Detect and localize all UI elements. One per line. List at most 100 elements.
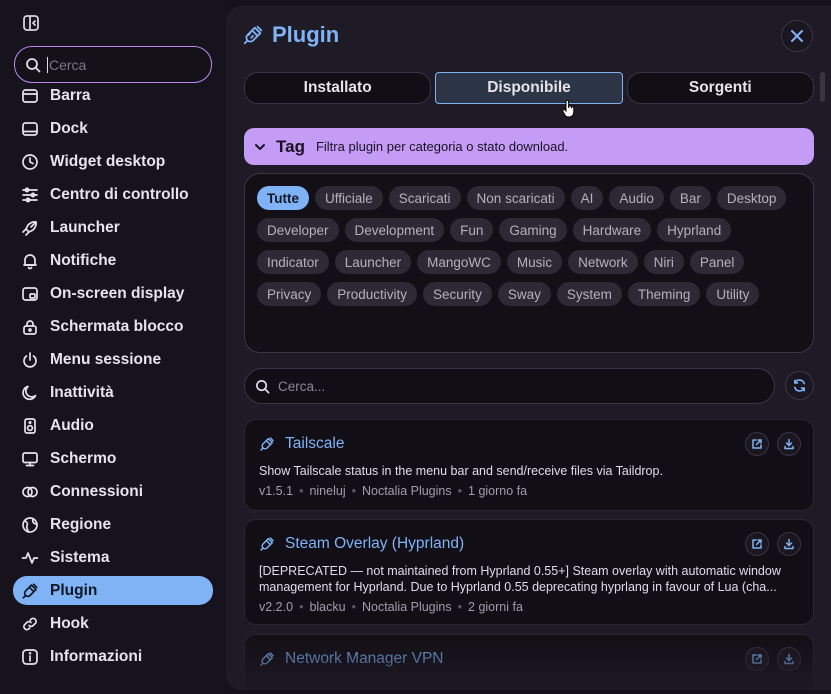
- tag-chip[interactable]: Music: [506, 250, 563, 274]
- tag-chip[interactable]: Security: [423, 282, 492, 306]
- sidebar-item-label: Dock: [50, 119, 88, 137]
- tag-chip[interactable]: Scaricati: [388, 186, 461, 210]
- pulse-icon: [21, 549, 39, 567]
- refresh-button[interactable]: [785, 371, 814, 400]
- sidebar-item-notifiche[interactable]: Notifiche: [13, 246, 213, 275]
- close-icon: [791, 30, 803, 42]
- tag-chip[interactable]: Sway: [497, 282, 551, 306]
- sidebar-item-label: Plugin: [50, 581, 98, 599]
- plugin-card[interactable]: Network Manager VPN: [244, 634, 814, 690]
- tag-chip[interactable]: Tutte: [257, 186, 309, 210]
- tag-chip[interactable]: Hyprland: [657, 218, 732, 242]
- bell-icon: [21, 252, 39, 270]
- tag-chip[interactable]: Productivity: [327, 282, 418, 306]
- tab-sorgenti[interactable]: Sorgenti: [626, 72, 814, 104]
- tag-chip[interactable]: Development: [344, 218, 445, 242]
- sidebar-item-schermata-blocco[interactable]: Schermata blocco: [13, 312, 213, 341]
- speaker-icon: [21, 417, 39, 435]
- plugin-name[interactable]: Tailscale: [285, 435, 344, 453]
- sidebar-item-label: Schermo: [50, 449, 117, 467]
- sidebar-item-inattività[interactable]: Inattività: [13, 378, 213, 407]
- sidebar-search-input[interactable]: [49, 56, 199, 73]
- tab-bar: Installato Disponibile Sorgenti: [244, 72, 814, 105]
- tag-chip[interactable]: Hardware: [572, 218, 652, 242]
- sidebar-search[interactable]: [14, 46, 212, 83]
- plugin-card[interactable]: Tailscale Show Tailscale status in the m…: [244, 419, 814, 511]
- tag-chip[interactable]: Niri: [643, 250, 684, 274]
- sidebar-item-on-screen-display[interactable]: On-screen display: [13, 279, 213, 308]
- tag-chip[interactable]: Gaming: [499, 218, 567, 242]
- sidebar-item-centro-di-controllo[interactable]: Centro di controllo: [13, 180, 213, 209]
- sidebar-nav: Barra Dock Widget desktop Centro di control…: [13, 81, 213, 675]
- plugin-description: [DEPRECATED — not maintained from Hyprla…: [259, 564, 781, 594]
- plug-icon: [242, 24, 264, 46]
- sidebar-item-hook[interactable]: Hook: [13, 609, 213, 638]
- plugin-meta: v1.5.1 • nineluj • Noctalia Plugins • 1 gio…: [259, 484, 528, 498]
- plugin-version: v2.2.0: [259, 600, 294, 614]
- sidebar-item-schermo[interactable]: Schermo: [13, 444, 213, 473]
- sidebar-item-regione[interactable]: Regione: [13, 510, 213, 539]
- sidebar-item-label: Launcher: [50, 218, 120, 236]
- tag-chip[interactable]: Theming: [627, 282, 701, 306]
- tag-chip[interactable]: Non scaricati: [466, 186, 565, 210]
- close-button[interactable]: [781, 20, 813, 52]
- sidebar-item-label: Barra: [50, 86, 91, 104]
- tag-chip[interactable]: Indicator: [257, 250, 329, 274]
- plugin-name[interactable]: Network Manager VPN: [285, 650, 444, 668]
- plugin-card[interactable]: Steam Overlay (Hyprland) [DEPRECATED — n…: [244, 519, 814, 625]
- plugin-search[interactable]: [244, 368, 775, 404]
- open-external-button[interactable]: [745, 647, 769, 671]
- sidebar-item-connessioni[interactable]: Connessioni: [13, 477, 213, 506]
- tag-section-title: Tag: [276, 136, 305, 156]
- download-button[interactable]: [777, 532, 801, 556]
- download-button[interactable]: [777, 647, 801, 671]
- tag-chip[interactable]: Fun: [450, 218, 494, 242]
- tag-chip[interactable]: Audio: [609, 186, 664, 210]
- download-button[interactable]: [777, 432, 801, 456]
- sidebar-item-menu-sessione[interactable]: Menu sessione: [13, 345, 213, 374]
- tag-chip[interactable]: AI: [570, 186, 604, 210]
- info-icon: [21, 648, 39, 666]
- open-external-button[interactable]: [745, 532, 769, 556]
- sidebar-toggle-icon[interactable]: [20, 12, 42, 34]
- scrollbar[interactable]: [820, 72, 825, 102]
- hand-cursor-icon: [562, 99, 576, 123]
- sidebar-item-widget-desktop[interactable]: Widget desktop: [13, 147, 213, 176]
- sidebar-item-plugin[interactable]: Plugin: [13, 576, 213, 605]
- sidebar-item-barra[interactable]: Barra: [13, 81, 213, 110]
- tag-chip[interactable]: Privacy: [257, 282, 322, 306]
- osd-icon: [21, 285, 39, 303]
- plug-icon: [259, 436, 275, 452]
- tag-chip[interactable]: System: [556, 282, 622, 306]
- power-icon: [21, 351, 39, 369]
- tag-chip[interactable]: Utility: [706, 282, 760, 306]
- sidebar-item-informazioni[interactable]: Informazioni: [13, 642, 213, 671]
- sidebar-item-label: Schermata blocco: [50, 317, 184, 335]
- plugin-name[interactable]: Steam Overlay (Hyprland): [285, 535, 464, 553]
- tag-chip[interactable]: Network: [568, 250, 638, 274]
- tag-chip[interactable]: Launcher: [334, 250, 412, 274]
- tag-chip[interactable]: Desktop: [716, 186, 787, 210]
- open-external-button[interactable]: [745, 432, 769, 456]
- download-icon: [784, 653, 794, 665]
- sidebar-item-dock[interactable]: Dock: [13, 114, 213, 143]
- sidebar-item-label: Audio: [50, 416, 94, 434]
- plugin-source: Noctalia Plugins: [361, 600, 452, 614]
- plugin-search-input[interactable]: [278, 378, 738, 394]
- sidebar-item-label: Regione: [50, 515, 112, 533]
- tab-disponibile[interactable]: Disponibile: [435, 72, 623, 104]
- sidebar-item-launcher[interactable]: Launcher: [13, 213, 213, 242]
- tag-section-header[interactable]: Tag Filtra plugin per categoria o stato …: [244, 128, 814, 165]
- plugin-description: Show Tailscale status in the menu bar an…: [259, 464, 663, 478]
- search-icon: [256, 379, 270, 393]
- tag-chip[interactable]: Developer: [257, 218, 339, 242]
- plugin-panel: Plugin Installato Disponibile Sorgenti T…: [226, 6, 831, 690]
- tag-section-description: Filtra plugin per categoria o stato down…: [315, 139, 569, 154]
- sidebar-item-sistema[interactable]: Sistema: [13, 543, 213, 572]
- tag-chip[interactable]: Bar: [669, 186, 711, 210]
- sidebar-item-audio[interactable]: Audio: [13, 411, 213, 440]
- tag-chip[interactable]: MangoWC: [417, 250, 501, 274]
- tag-chip[interactable]: Ufficiale: [315, 186, 383, 210]
- tab-installato[interactable]: Installato: [244, 72, 432, 104]
- tag-chip[interactable]: Panel: [689, 250, 745, 274]
